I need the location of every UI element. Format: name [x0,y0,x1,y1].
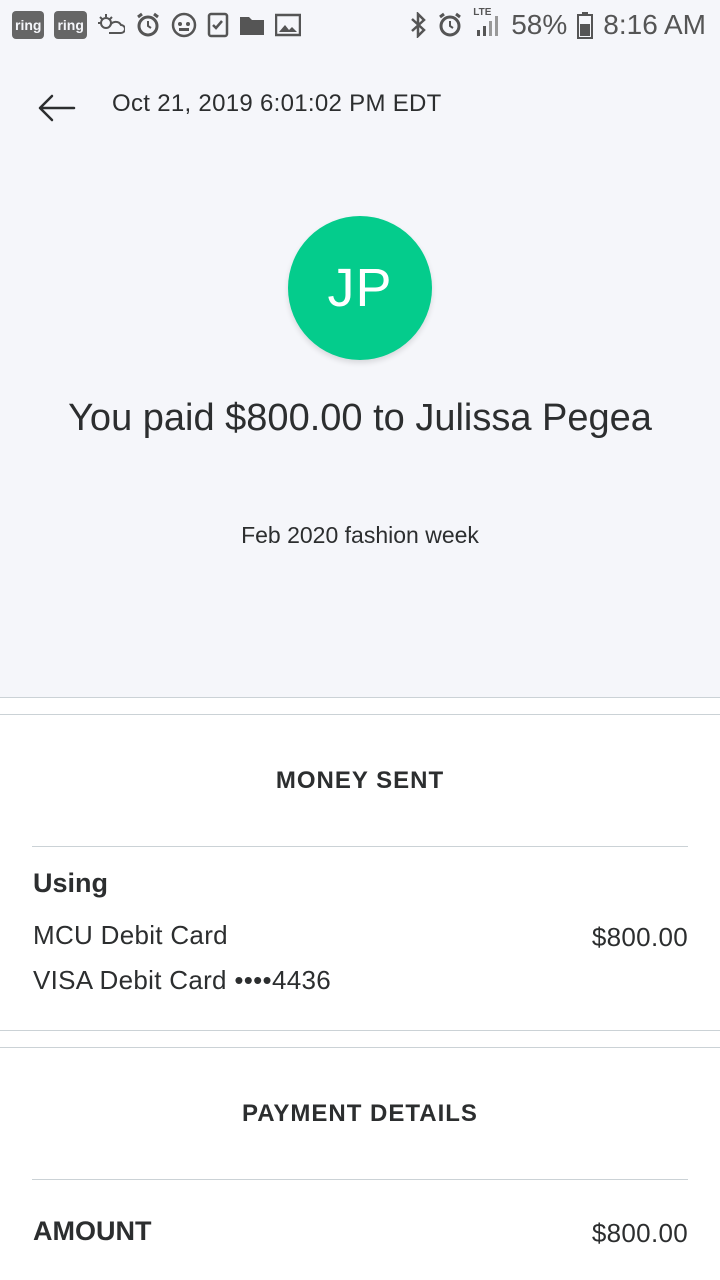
battery-icon [577,11,594,39]
payment-headline: You paid $800.00 to Julissa Pegea [68,397,652,439]
divider [32,846,688,847]
ring-icon: ring [54,11,87,39]
avatar: JP [288,216,432,360]
back-arrow-icon [38,94,76,122]
funding-source-name: MCU Debit Card [33,920,228,950]
using-label: Using [33,868,109,898]
funding-amount: $800.00 [591,922,688,952]
weather-icon [97,11,125,39]
battery-percent: 58% [511,9,568,40]
payment-details-card: PAYMENT DETAILS AMOUNT $800.00 [0,1048,720,1280]
amount-value: $800.00 [591,1218,688,1248]
back-button[interactable] [30,82,82,134]
gamepad-icon [171,11,197,39]
alarm-icon [135,11,161,39]
image-icon [274,11,301,39]
network-type-label: LTE [473,7,492,18]
section-divider [0,697,720,715]
signal-icon: LTE [473,7,501,39]
transaction-timestamp: Oct 21, 2019 6:01:02 PM EDT [112,90,442,117]
section-title: PAYMENT DETAILS [242,1100,478,1127]
funding-source-detail: VISA Debit Card ••••4436 [33,965,331,995]
notification-icons: ring ring [12,11,301,39]
money-sent-card: MONEY SENT Using MCU Debit Card $800.00 … [0,715,720,1030]
section-title: MONEY SENT [275,767,445,794]
checklist-icon [207,11,229,39]
avatar-initials: JP [327,258,393,318]
ring-icon: ring [12,11,45,39]
status-bar: ring ring LTE 58% 8:16 AM [0,0,720,50]
alarm-icon [437,11,463,39]
payment-note: Feb 2020 fashion week [241,522,479,548]
section-divider [0,1030,720,1048]
amount-label: AMOUNT [33,1216,152,1246]
folder-icon [239,11,265,39]
system-icons: LTE 58% 8:16 AM [409,7,706,41]
bluetooth-icon [409,11,427,39]
clock: 8:16 AM [603,9,706,40]
header: Oct 21, 2019 6:01:02 PM EDT [0,68,720,148]
divider [32,1179,688,1180]
